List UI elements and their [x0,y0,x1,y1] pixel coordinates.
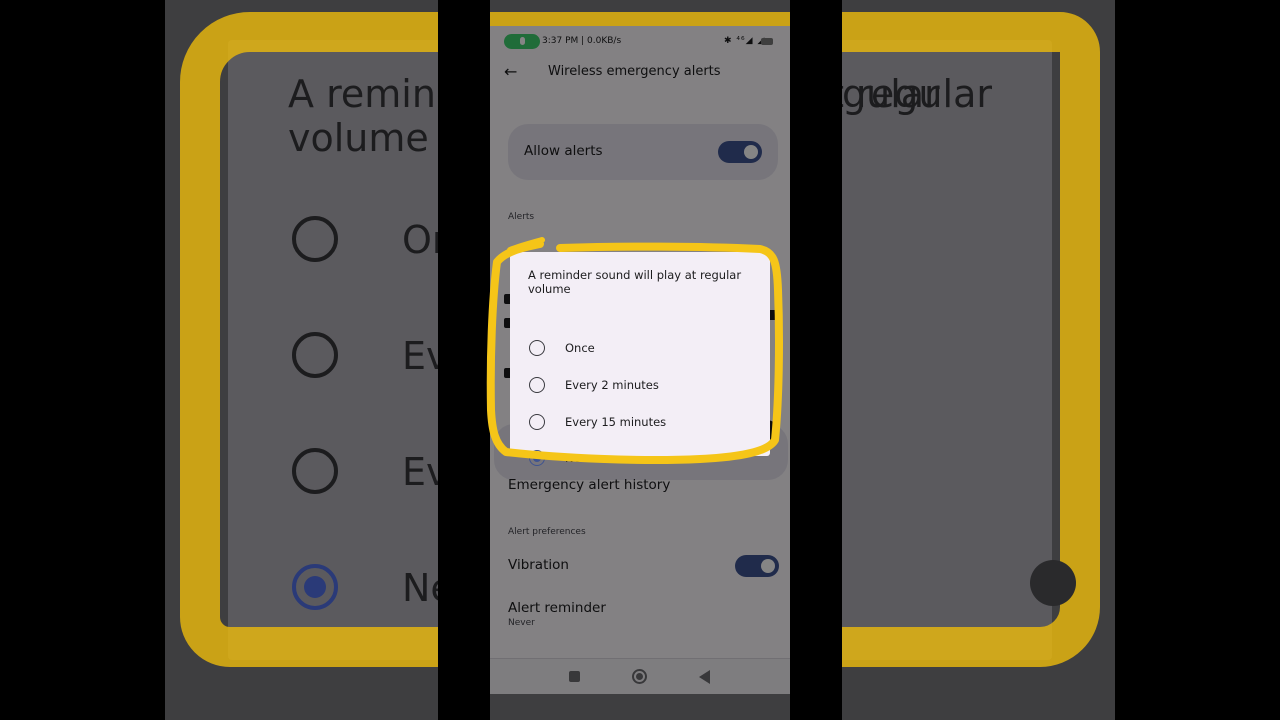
background-radio [292,448,338,494]
background-edge [1115,0,1280,720]
option-every-2-minutes[interactable]: Every 2 minutes [510,367,770,403]
radio-button[interactable] [529,414,545,430]
background-title-fragment: gular [842,72,940,116]
background-radio-selected [292,564,338,610]
option-once[interactable]: Once [510,330,770,366]
option-label: Every 15 minutes [565,415,667,429]
option-label: Every 2 minutes [565,378,659,392]
background-edge [0,0,165,720]
letterbox-right [790,0,842,720]
radio-button[interactable] [529,340,545,356]
option-label: Once [565,341,595,355]
option-every-15-minutes[interactable]: Every 15 minutes [510,404,770,440]
alert-reminder-dialog: A reminder sound will play at regular vo… [510,252,770,466]
radio-button[interactable] [529,377,545,393]
radio-button-selected[interactable] [529,450,545,466]
option-label: Never [565,451,600,465]
letterbox-left [438,0,490,720]
phone-screen: 3:37 PM | 0.0KB/s ✱ ⁴⁶◢ ◢ ← Wireless eme… [490,26,790,694]
option-never[interactable]: Never [510,440,770,476]
dialog-title: A reminder sound will play at regular vo… [528,268,742,296]
background-radio [292,332,338,378]
background-toggle [1030,560,1076,606]
background-radio [292,216,338,262]
